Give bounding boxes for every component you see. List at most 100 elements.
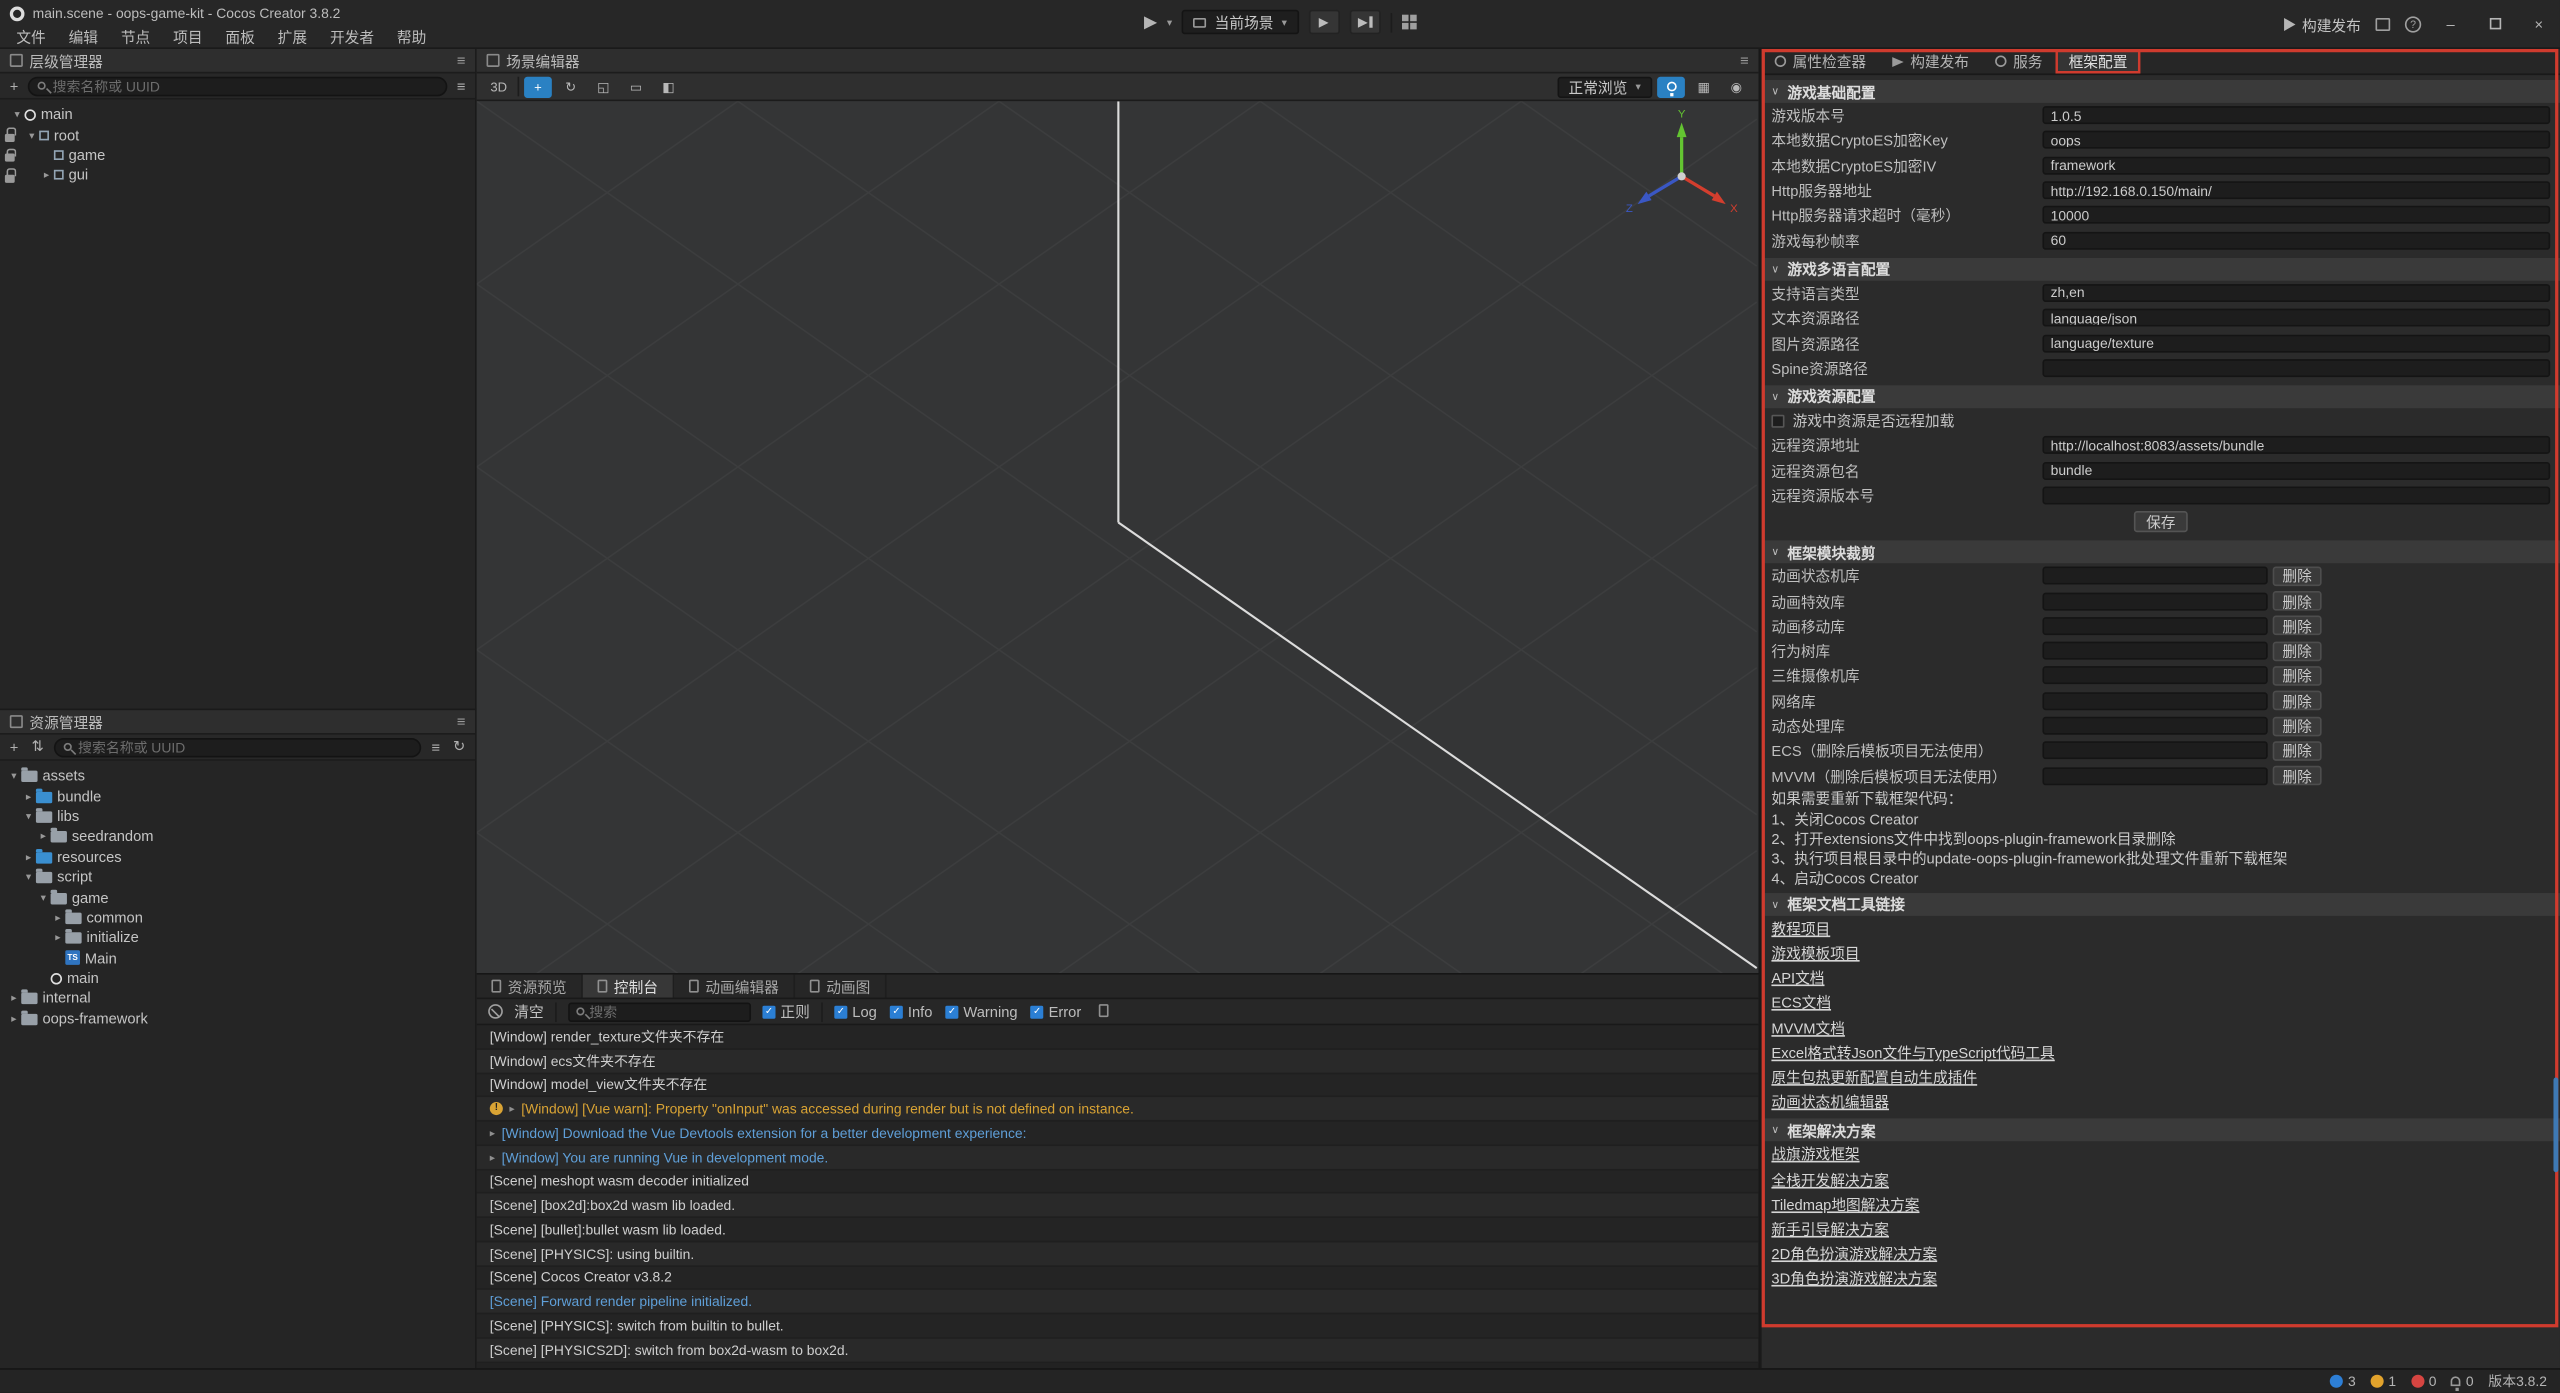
expand-arrow[interactable]: ▸	[7, 1012, 22, 1025]
mode-3d-button[interactable]: 3D	[485, 76, 513, 97]
expand-arrow[interactable]: ▾	[7, 769, 22, 782]
delete-button[interactable]: 删除	[2273, 591, 2322, 611]
filter-icon[interactable]: ≡	[428, 739, 443, 755]
anchor-tool-button[interactable]: ◧	[655, 76, 683, 97]
expand-arrow[interactable]: ▸	[39, 169, 54, 182]
filter-Info[interactable]: ✓Info	[890, 1003, 932, 1019]
delete-button[interactable]: 删除	[2273, 766, 2322, 786]
info-count-indicator[interactable]: 3	[2330, 1373, 2356, 1389]
expand-arrow[interactable]: ▾	[21, 810, 36, 823]
scene-settings-button[interactable]: ◉	[1722, 76, 1750, 97]
panel-menu-icon[interactable]: ≡	[1740, 52, 1749, 68]
doc-link[interactable]: API文档	[1771, 967, 1824, 988]
doc-link[interactable]: 战旗游戏框架	[1771, 1143, 1859, 1164]
menu-item-扩展[interactable]: 扩展	[266, 26, 318, 47]
property-input-Http服务器地址[interactable]	[2042, 181, 2550, 199]
layout-icon[interactable]	[1401, 15, 1416, 30]
tab-控制台[interactable]: 控制台	[583, 975, 674, 998]
section-header-框架模块裁剪[interactable]: ∨框架模块裁剪	[1762, 541, 2560, 564]
menu-item-节点[interactable]: 节点	[109, 26, 161, 47]
doc-link[interactable]: 原生包热更新配置自动生成插件	[1771, 1066, 1977, 1087]
log-row[interactable]: [Scene] meshopt wasm decoder initialized	[477, 1170, 1759, 1194]
asset-main[interactable]: main	[0, 968, 475, 988]
doc-link[interactable]: 2D角色扮演游戏解决方案	[1771, 1243, 1937, 1264]
section-header-框架文档工具链接[interactable]: ∨框架文档工具链接	[1762, 893, 2560, 916]
save-button[interactable]: 保存	[2135, 511, 2187, 532]
expand-arrow[interactable]: ▸	[21, 790, 36, 803]
doc-link[interactable]: Tiledmap地图解决方案	[1771, 1193, 1919, 1214]
tab-属性检查器[interactable]: 属性检查器	[1762, 49, 1880, 73]
menu-item-面板[interactable]: 面板	[214, 26, 266, 47]
menu-item-编辑[interactable]: 编辑	[57, 26, 109, 47]
filter-Warning[interactable]: ✓Warning	[945, 1003, 1017, 1019]
help-icon[interactable]: ?	[2405, 16, 2421, 32]
delete-button[interactable]: 删除	[2273, 566, 2322, 586]
doc-link[interactable]: 全栈开发解决方案	[1771, 1168, 1889, 1189]
asset-seedrandom[interactable]: ▸seedrandom	[0, 826, 475, 846]
log-row[interactable]: [Scene] [box2d]:box2d wasm lib loaded.	[477, 1194, 1759, 1218]
tab-服务[interactable]: 服务	[1982, 49, 2055, 73]
filter-icon[interactable]: ≡	[453, 78, 468, 94]
asset-oops-framework[interactable]: ▸oops-framework	[0, 1008, 475, 1028]
sort-icon[interactable]: ⇅	[28, 738, 47, 756]
hierarchy-node-root[interactable]: ▾root	[0, 125, 475, 145]
menu-item-项目[interactable]: 项目	[162, 26, 214, 47]
section-header-游戏多语言配置[interactable]: ∨游戏多语言配置	[1762, 258, 2560, 281]
asset-libs[interactable]: ▾libs	[0, 806, 475, 826]
maximize-button[interactable]	[2480, 16, 2509, 32]
menu-item-开发者[interactable]: 开发者	[319, 26, 386, 47]
hierarchy-search[interactable]	[28, 76, 447, 96]
warning-count-indicator[interactable]: 1	[2370, 1373, 2396, 1389]
move-tool-button[interactable]: +	[524, 76, 552, 97]
view-mode-select[interactable]: 正常浏览 ▾	[1557, 76, 1652, 97]
notification-indicator[interactable]: 0	[2451, 1373, 2473, 1389]
delete-button[interactable]: 删除	[2273, 741, 2322, 761]
log-row[interactable]: !▸[Window] [Vue warn]: Property "onInput…	[477, 1098, 1759, 1122]
asset-internal[interactable]: ▸internal	[0, 988, 475, 1008]
filter-Error[interactable]: ✓Error	[1031, 1003, 1082, 1019]
hierarchy-node-main[interactable]: ▾main	[0, 104, 475, 124]
property-input-本地数据CryptoES加密Key[interactable]	[2042, 131, 2550, 149]
add-node-button[interactable]: +	[7, 78, 22, 94]
scrollbar-thumb[interactable]	[2553, 1078, 2558, 1173]
delete-button[interactable]: 删除	[2273, 666, 2322, 686]
asset-bundle[interactable]: ▸bundle	[0, 786, 475, 806]
expand-arrow[interactable]: ▸	[490, 1126, 495, 1139]
clear-console-label[interactable]: 清空	[514, 1001, 543, 1022]
property-input-图片资源路径[interactable]	[2042, 334, 2550, 352]
error-count-indicator[interactable]: 0	[2411, 1373, 2437, 1389]
asset-game[interactable]: ▾game	[0, 887, 475, 907]
log-row[interactable]: [Scene] [bullet]:bullet wasm lib loaded.	[477, 1218, 1759, 1242]
log-row[interactable]: [Scene] [PHYSICS2D]: switch from box2d-w…	[477, 1338, 1759, 1362]
delete-button[interactable]: 删除	[2273, 616, 2322, 636]
delete-button[interactable]: 删除	[2273, 641, 2322, 661]
grid-toggle-button[interactable]: ▦	[1690, 76, 1718, 97]
asset-script[interactable]: ▾script	[0, 867, 475, 887]
package-icon[interactable]	[2376, 18, 2391, 31]
chevron-down-icon[interactable]: ▾	[1167, 16, 1172, 29]
property-input-支持语言类型[interactable]	[2042, 284, 2550, 302]
expand-arrow[interactable]: ▸	[51, 931, 66, 944]
expand-arrow[interactable]: ▸	[509, 1102, 514, 1115]
property-input-Spine资源路径[interactable]	[2042, 359, 2550, 377]
add-asset-button[interactable]: +	[7, 739, 22, 755]
refresh-icon[interactable]: ↻	[450, 738, 469, 756]
doc-link[interactable]: 新手引导解决方案	[1771, 1218, 1889, 1239]
scene-select[interactable]: 当前场景 ▾	[1182, 10, 1298, 34]
doc-link[interactable]: 3D角色扮演游戏解决方案	[1771, 1267, 1937, 1288]
delete-button[interactable]: 删除	[2273, 716, 2322, 736]
log-row[interactable]: ▸[Window] Download the Vue Devtools exte…	[477, 1122, 1759, 1146]
clear-console-icon[interactable]	[488, 1004, 503, 1019]
log-row[interactable]: [Window] model_view文件夹不存在	[477, 1073, 1759, 1097]
expand-arrow[interactable]: ▾	[24, 128, 39, 141]
expand-arrow[interactable]: ▾	[21, 870, 36, 883]
log-row[interactable]: [Scene] Cocos Creator v3.8.2	[477, 1266, 1759, 1290]
tab-动画编辑器[interactable]: 动画编辑器	[674, 975, 795, 998]
step-button[interactable]	[1349, 10, 1380, 34]
console-search-input[interactable]	[589, 1003, 742, 1019]
expand-arrow[interactable]: ▸	[490, 1150, 495, 1163]
build-publish-button[interactable]: 构建发布	[2284, 14, 2361, 35]
asset-resources[interactable]: ▸resources	[0, 847, 475, 867]
expand-arrow[interactable]: ▾	[10, 108, 25, 121]
log-row[interactable]: [Scene] [PHYSICS]: using builtin.	[477, 1242, 1759, 1266]
